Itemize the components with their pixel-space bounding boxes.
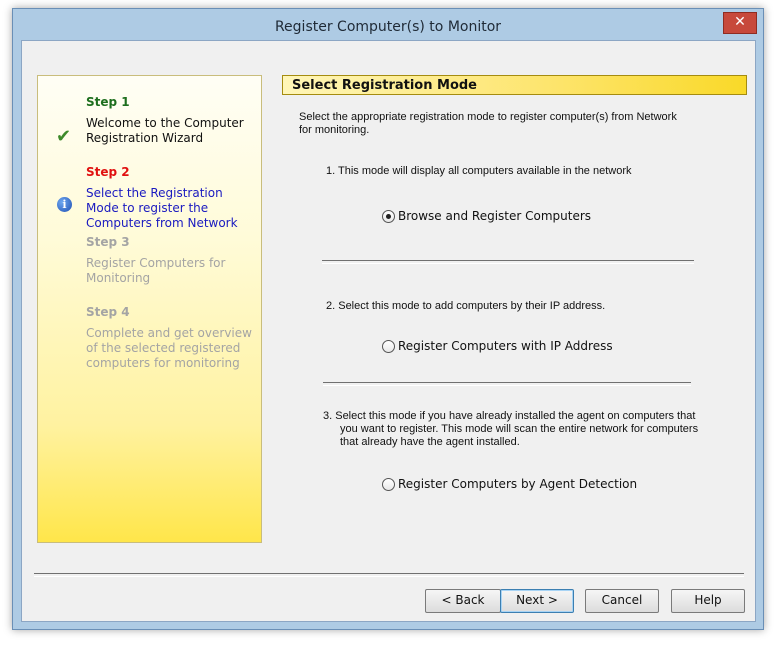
cancel-button[interactable]: Cancel <box>585 589 659 613</box>
step-1: Step 1 Welcome to the Computer Registrat… <box>86 95 254 146</box>
wizard-window: Register Computer(s) to Monitor ✕ ✔ i St… <box>12 8 764 630</box>
footer-separator <box>34 573 744 577</box>
separator-1 <box>322 260 694 264</box>
ip-address-label[interactable]: Register Computers with IP Address <box>398 339 613 353</box>
step-4: Step 4 Complete and get overview of the … <box>86 305 254 371</box>
window-title: Register Computer(s) to Monitor <box>274 19 502 35</box>
wizard-client-area: ✔ i Step 1 Welcome to the Computer Regis… <box>21 40 756 622</box>
step-4-title: Step 4 <box>86 305 130 319</box>
separator-2 <box>323 382 691 386</box>
intro-text: Select the appropriate registration mode… <box>299 111 677 136</box>
mode-2-description: 2. Select this mode to add computers by … <box>326 300 606 312</box>
step-2-title: Step 2 <box>86 165 130 179</box>
check-icon: ✔ <box>56 126 72 147</box>
help-button[interactable]: Help <box>671 589 745 613</box>
mode-3-description: 3. Select this mode if you have already … <box>323 410 699 448</box>
back-button[interactable]: < Back <box>425 589 501 613</box>
step-2-description: Select the Registration Mode to register… <box>86 186 238 230</box>
radio-button[interactable] <box>382 478 395 491</box>
next-button[interactable]: Next > <box>500 589 574 613</box>
steps-sidebar: ✔ i Step 1 Welcome to the Computer Regis… <box>37 75 262 543</box>
mode-1-description: 1. This mode will display all computers … <box>326 165 632 177</box>
step-3-description: Register Computers for Monitoring <box>86 256 226 285</box>
agent-detection-label[interactable]: Register Computers by Agent Detection <box>398 477 637 491</box>
step-1-title: Step 1 <box>86 95 130 109</box>
close-button[interactable]: ✕ <box>723 12 757 34</box>
step-3: Step 3 Register Computers for Monitoring <box>86 235 254 286</box>
section-header: Select Registration Mode <box>282 75 747 95</box>
info-icon: i <box>57 197 72 212</box>
radio-button[interactable] <box>382 340 395 353</box>
step-1-description: Welcome to the Computer Registration Wiz… <box>86 116 244 145</box>
step-4-description: Complete and get overview of the selecte… <box>86 326 252 370</box>
radio-button-selected[interactable] <box>382 210 395 223</box>
step-2: Step 2 Select the Registration Mode to r… <box>86 165 254 231</box>
step-3-title: Step 3 <box>86 235 130 249</box>
browse-register-label[interactable]: Browse and Register Computers <box>398 209 591 223</box>
